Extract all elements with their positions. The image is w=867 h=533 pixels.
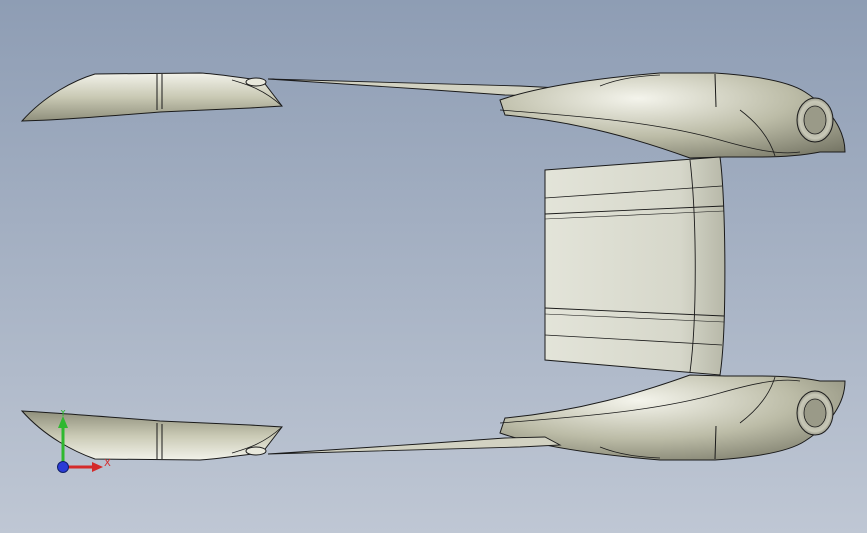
x-axis-arrow: [92, 462, 103, 472]
top-front-fender[interactable]: [20, 72, 283, 122]
bottom-rear-fender[interactable]: [499, 374, 846, 461]
rear-center-panel[interactable]: [544, 156, 726, 376]
cad-model[interactable]: [0, 0, 867, 533]
graphics-viewport[interactable]: Y X: [0, 0, 867, 533]
y-axis-label: Y: [59, 410, 67, 419]
z-axis-dot: [57, 461, 69, 473]
top-rear-fender[interactable]: [499, 72, 846, 159]
x-axis-label: X: [104, 458, 111, 469]
bottom-rocker-strip[interactable]: [267, 436, 562, 455]
top-rocker-strip[interactable]: [267, 78, 562, 97]
orientation-triad: Y X: [57, 410, 111, 473]
